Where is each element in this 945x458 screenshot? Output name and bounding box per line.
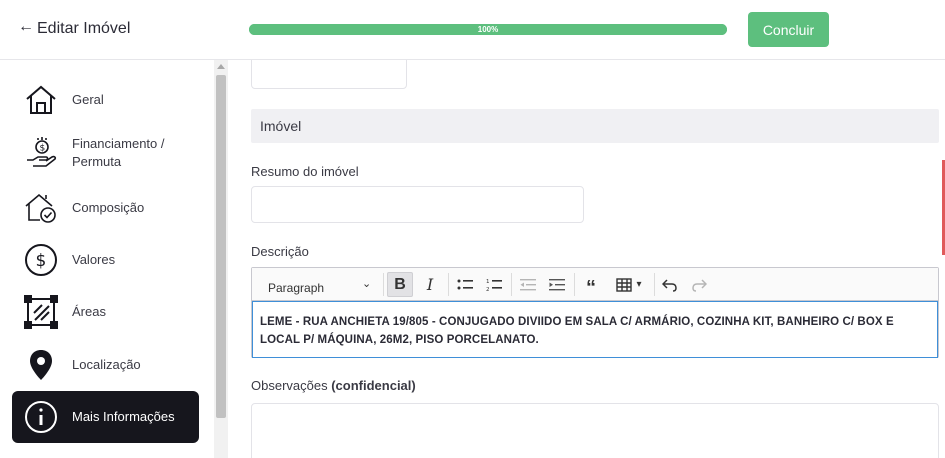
- indent-icon: [549, 278, 565, 290]
- numbered-list-icon: 1 2: [486, 279, 502, 292]
- arrow-left-icon: ←: [18, 18, 34, 35]
- editor-toolbar: Paragraph ⌄ B I 1 2 “ ▾: [252, 268, 938, 301]
- progress-bar: 100%: [249, 24, 727, 35]
- redo-button[interactable]: [686, 272, 712, 297]
- sidebar-item-label: Mais Informações: [72, 409, 175, 424]
- italic-button[interactable]: I: [417, 272, 443, 297]
- bold-icon: B: [394, 275, 406, 293]
- money-hand-icon: $: [24, 136, 58, 170]
- descricao-label: Descrição: [251, 244, 309, 259]
- resumo-input[interactable]: [251, 186, 584, 223]
- blockquote-button[interactable]: “: [578, 272, 604, 299]
- previous-field-input[interactable]: [251, 60, 407, 89]
- sidebar-item-label: Localização: [72, 357, 141, 372]
- scroll-up-arrow-icon[interactable]: [217, 64, 225, 69]
- paragraph-label: Paragraph: [268, 281, 325, 295]
- observacoes-label: Observações (confidencial): [251, 378, 416, 393]
- numbered-list-button[interactable]: 1 2: [481, 272, 507, 297]
- sidebar-item-label: Composição: [72, 200, 145, 215]
- section-header: Imóvel: [251, 109, 939, 143]
- sidebar-item-mais-informacoes[interactable]: Mais Informações: [12, 391, 199, 443]
- area-square-icon: [24, 295, 58, 329]
- sidebar-item-geral[interactable]: Geral: [12, 74, 199, 126]
- redo-icon: [692, 278, 707, 292]
- rich-text-editor: Paragraph ⌄ B I 1 2 “ ▾ LEME - RUA ANCHI…: [251, 267, 939, 358]
- indent-button[interactable]: [544, 272, 570, 297]
- sidebar-item-financiamento[interactable]: $ Financiamento / Permuta: [12, 127, 199, 179]
- toolbar-divider: [511, 273, 512, 296]
- map-pin-icon: [24, 348, 58, 382]
- svg-text:$: $: [40, 144, 46, 154]
- sidebar-item-label: Geral: [72, 92, 104, 107]
- sidebar: Geral $ Financiamento / Permuta Composiç…: [0, 60, 214, 458]
- sidebar-item-composicao[interactable]: Composição: [12, 182, 199, 234]
- done-button[interactable]: Concluir: [748, 12, 829, 47]
- back-button[interactable]: ←: [18, 18, 34, 36]
- resumo-label: Resumo do imóvel: [251, 164, 359, 179]
- section-title: Imóvel: [260, 118, 302, 134]
- chevron-down-icon: ▾: [636, 279, 642, 290]
- sidebar-scrollbar[interactable]: [214, 60, 228, 458]
- outdent-icon: [520, 278, 536, 290]
- table-icon: [616, 277, 633, 292]
- scroll-thumb[interactable]: [216, 75, 226, 418]
- house-check-icon: [24, 191, 58, 225]
- bullet-list-icon: [457, 279, 473, 289]
- sidebar-item-valores[interactable]: $ Valores: [12, 234, 199, 286]
- undo-icon: [662, 278, 677, 292]
- paragraph-dropdown[interactable]: Paragraph ⌄: [256, 272, 378, 297]
- undo-button[interactable]: [657, 272, 683, 297]
- observacoes-input[interactable]: [251, 403, 939, 458]
- info-circle-icon: [24, 400, 58, 434]
- observacoes-label-strong: (confidencial): [331, 378, 416, 393]
- bullet-list-button[interactable]: [452, 272, 478, 297]
- sidebar-item-label: Valores: [72, 252, 116, 267]
- outdent-button[interactable]: [515, 272, 541, 297]
- table-button[interactable]: ▾: [608, 272, 650, 297]
- toolbar-divider: [448, 273, 449, 296]
- svg-text:$: $: [36, 251, 47, 271]
- bold-button[interactable]: B: [387, 272, 413, 297]
- top-bar: ← Editar Imóvel 100% Concluir: [0, 0, 945, 60]
- progress-label: 100%: [477, 25, 499, 34]
- main-content: Imóvel Resumo do imóvel Descrição Paragr…: [228, 60, 945, 458]
- dollar-circle-icon: $: [24, 243, 58, 277]
- sidebar-item-localizacao[interactable]: Localização: [12, 339, 199, 391]
- house-icon: [24, 83, 58, 117]
- sidebar-item-areas[interactable]: Áreas: [12, 286, 199, 338]
- svg-text:1: 1: [486, 279, 490, 285]
- quote-icon: “: [586, 277, 596, 299]
- toolbar-divider: [654, 273, 655, 296]
- description-text-area[interactable]: LEME - RUA ANCHIETA 19/805 - CONJUGADO D…: [252, 301, 938, 358]
- sidebar-item-label: Áreas: [72, 304, 106, 319]
- toolbar-divider: [574, 273, 575, 296]
- italic-icon: I: [426, 275, 434, 294]
- chevron-down-icon: ⌄: [362, 278, 372, 290]
- description-text: LEME - RUA ANCHIETA 19/805 - CONJUGADO D…: [260, 316, 894, 346]
- toolbar-divider: [383, 273, 384, 296]
- page-title: Editar Imóvel: [37, 20, 131, 37]
- svg-text:2: 2: [486, 287, 490, 292]
- observacoes-label-text: Observações: [251, 378, 328, 393]
- sidebar-item-label: Financiamento / Permuta: [72, 136, 165, 169]
